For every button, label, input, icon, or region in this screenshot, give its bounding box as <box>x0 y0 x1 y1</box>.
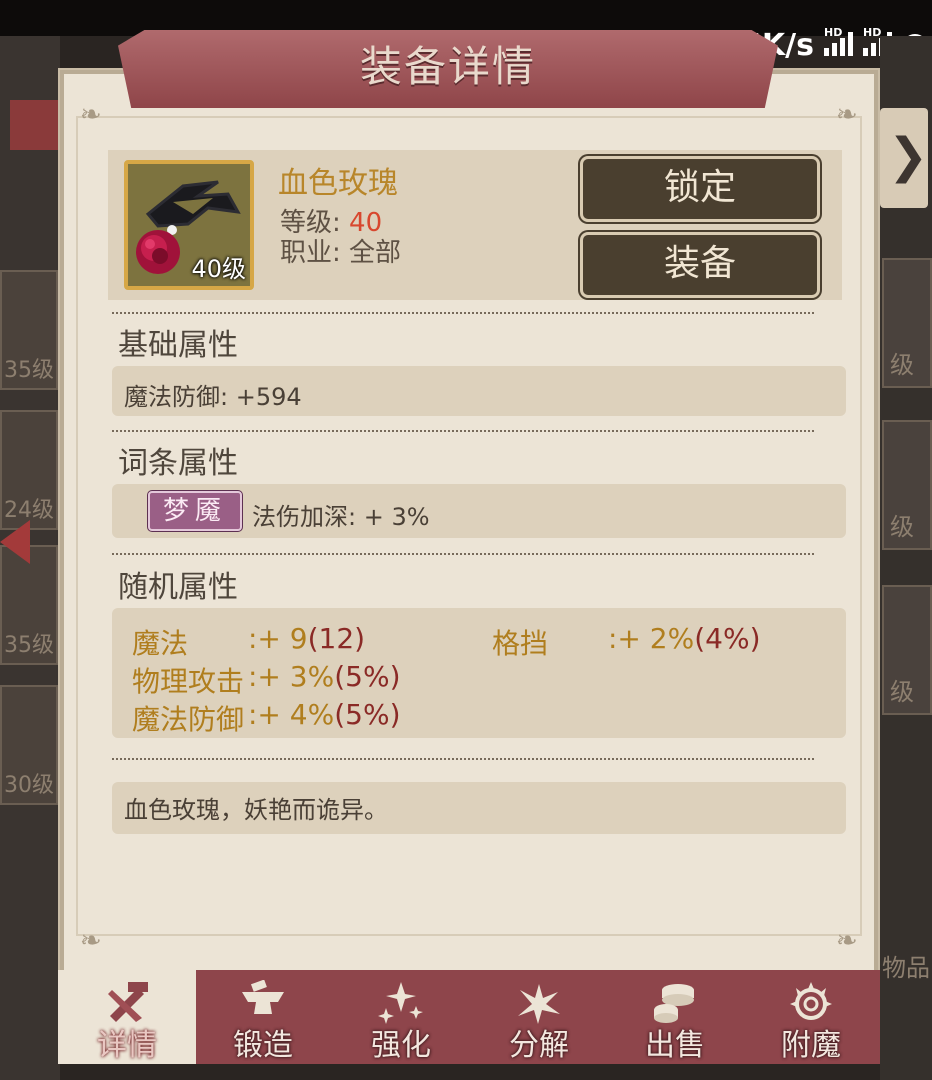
tab-sell[interactable]: 出售 <box>606 970 744 1064</box>
item-level-badge: 40级 <box>191 255 246 283</box>
random-attributes-title: 随机属性 <box>118 570 238 605</box>
background-slot: 级 <box>882 258 932 388</box>
random-attr-label: 格挡 <box>492 627 549 660</box>
arrow-left-icon[interactable] <box>0 520 30 564</box>
divider <box>112 758 814 760</box>
base-attributes-title: 基础属性 <box>118 328 238 363</box>
tab-label: 出售 <box>645 1028 705 1063</box>
divider <box>112 553 814 555</box>
background-items-label: 物品 <box>882 954 930 982</box>
hammer-cross-icon <box>108 982 148 1022</box>
corner-ornament-icon: ❧ <box>80 100 102 130</box>
sparkle-icon <box>378 982 423 1024</box>
background-slot: 35级 <box>0 270 58 390</box>
spiral-sun-icon <box>790 982 832 1020</box>
dialog-title: 装备详情 <box>359 42 536 91</box>
break-icon <box>518 984 560 1024</box>
signal-icon: HD <box>824 26 853 56</box>
chevron-right-icon: ❯ <box>888 128 929 184</box>
tab-label: 强化 <box>371 1028 431 1063</box>
coins-icon <box>654 984 694 1023</box>
random-attr-label: 魔法防御 <box>132 703 245 736</box>
corner-ornament-icon: ❧ <box>836 926 858 956</box>
tab-enhance[interactable]: 强化 <box>332 970 470 1064</box>
tab-label: 附魔 <box>781 1028 841 1063</box>
base-attribute-value: 魔法防御: +594 <box>124 383 302 411</box>
affix-attribute-value: 法伤加深: + 3% <box>252 503 430 531</box>
divider <box>112 312 814 314</box>
background-slot: 24级 <box>0 410 58 530</box>
random-attr-value: :+ 4%(5%) <box>248 698 401 731</box>
equip-button[interactable]: 装备 <box>580 232 820 298</box>
random-attr-label: 物理攻击 <box>132 665 245 698</box>
background-tab <box>10 100 60 150</box>
next-arrow-button[interactable]: ❯ <box>880 108 928 208</box>
divider <box>112 430 814 432</box>
tab-details[interactable]: 详情 <box>58 970 196 1064</box>
random-attr-value: :+ 3%(5%) <box>248 660 401 693</box>
class-value: 全部 <box>349 238 402 268</box>
random-attr-value: :+ 2%(4%) <box>608 622 761 655</box>
random-attr-label: 魔法 <box>132 627 189 660</box>
item-name: 血色玫瑰 <box>278 166 398 201</box>
item-description: 血色玫瑰，妖艳而诡异。 <box>124 796 388 824</box>
tab-enchant[interactable]: 附魔 <box>742 970 880 1064</box>
item-icon[interactable]: 40级 <box>124 160 254 290</box>
class-label: 职业: <box>280 238 341 268</box>
tab-label: 锻造 <box>233 1028 293 1063</box>
item-class-row: 职业: 全部 <box>280 232 401 269</box>
corner-ornament-icon: ❧ <box>80 926 102 956</box>
random-attr-value: :+ 9(12) <box>248 622 366 655</box>
affix-tag: 梦魇 <box>148 491 242 531</box>
background-slot: 级 <box>882 585 932 715</box>
tab-forge[interactable]: 锻造 <box>194 970 332 1064</box>
tab-dismantle[interactable]: 分解 <box>470 970 608 1064</box>
background-slot: 30级 <box>0 685 58 805</box>
tab-label: 分解 <box>509 1028 569 1063</box>
affix-attributes-title: 词条属性 <box>118 446 238 481</box>
anvil-icon <box>242 980 284 1014</box>
background-slot: 级 <box>882 420 932 550</box>
tab-label: 详情 <box>97 1028 157 1063</box>
lock-button[interactable]: 锁定 <box>580 156 820 222</box>
corner-ornament-icon: ❧ <box>836 100 858 130</box>
